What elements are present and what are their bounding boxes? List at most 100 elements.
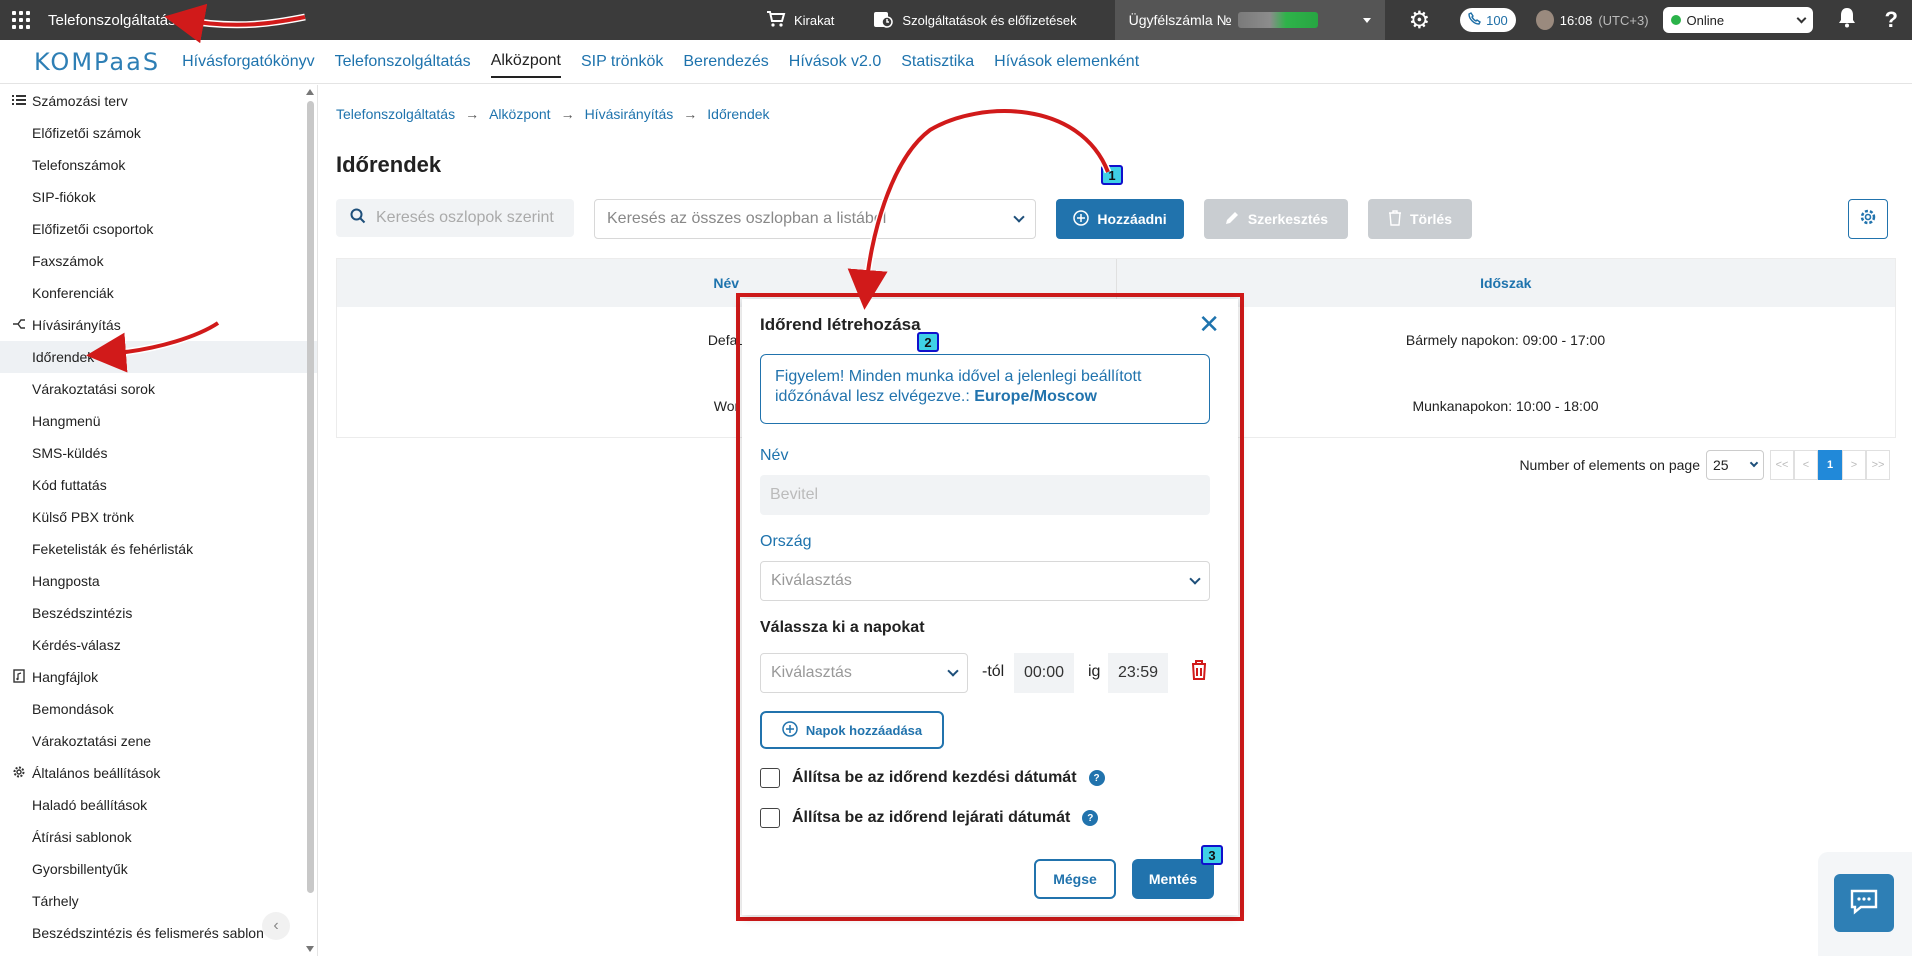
sidebar-item-subscriber-numbers[interactable]: Előfizetői számok bbox=[0, 117, 317, 149]
sidebar-item-voicemail[interactable]: Hangposta bbox=[0, 565, 317, 597]
sidebar-scrollbar[interactable] bbox=[305, 85, 315, 956]
clock: 16:08 (UTC+3) bbox=[1535, 10, 1649, 30]
breadcrumb-item[interactable]: Telefonszolgáltatás bbox=[336, 106, 455, 122]
help-icon[interactable]: ? bbox=[1088, 770, 1105, 786]
sidebar-item-sip-accounts[interactable]: SIP-fiókok bbox=[0, 181, 317, 213]
sidebar-item-sms[interactable]: SMS-küldés bbox=[0, 437, 317, 469]
services-link[interactable]: Szolgáltatások és előfizetések bbox=[872, 9, 1077, 32]
first-page-button[interactable]: << bbox=[1770, 450, 1794, 480]
step-badge: 3 bbox=[1201, 845, 1223, 865]
sidebar-item-queues[interactable]: Várakoztatási sorok bbox=[0, 373, 317, 405]
nav-item-telephony[interactable]: Telefonszolgáltatás bbox=[335, 47, 471, 77]
sidebar-item-transcription-templates[interactable]: Átírási sablonok bbox=[0, 821, 317, 853]
gear-icon[interactable]: ⚙ bbox=[1409, 6, 1431, 35]
add-days-button[interactable]: Napok hozzáadása bbox=[760, 711, 944, 749]
trash-icon[interactable] bbox=[1190, 659, 1210, 685]
name-field[interactable]: Bevitel bbox=[760, 475, 1210, 515]
status-select[interactable]: Online bbox=[1662, 7, 1813, 33]
scroll-thumb[interactable] bbox=[307, 101, 314, 893]
from-time-input[interactable]: 00:00 bbox=[1014, 653, 1074, 693]
days-heading: Válassza ki a napokat bbox=[760, 619, 925, 636]
sidebar-group-routing[interactable]: Hívásirányítás bbox=[0, 309, 317, 341]
sidebar-item-hotkeys[interactable]: Gyorsbillentyűk bbox=[0, 853, 317, 885]
edit-label: Szerkesztés bbox=[1247, 211, 1329, 227]
phone-balance-badge[interactable]: 100 bbox=[1460, 8, 1516, 32]
logo[interactable]: KOMPaaS bbox=[34, 48, 160, 76]
help-icon[interactable]: ? bbox=[1885, 7, 1898, 33]
routing-icon bbox=[12, 317, 26, 334]
nav-item-calls-by-element[interactable]: Hívások elemenként bbox=[994, 47, 1139, 77]
page-button-current[interactable]: 1 bbox=[1818, 450, 1842, 480]
bell-icon[interactable] bbox=[1837, 6, 1857, 34]
arrow-right-icon: → bbox=[560, 106, 575, 122]
sidebar-item-fax-numbers[interactable]: Faxszámok bbox=[0, 245, 317, 277]
sidebar-group-numbering[interactable]: Számozási terv bbox=[0, 85, 317, 117]
avatar[interactable] bbox=[1535, 10, 1554, 30]
sidebar-group-audio[interactable]: Hangfájlok bbox=[0, 661, 317, 693]
top-bar: Telefonszolgáltatás Kirakat Szolgáltatás… bbox=[0, 0, 1912, 40]
delete-button[interactable]: Törlés bbox=[1368, 199, 1472, 239]
sidebar-item-subscriber-groups[interactable]: Előfizetői csoportok bbox=[0, 213, 317, 245]
search-input[interactable]: Keresés oszlopok szerint bbox=[336, 199, 574, 237]
close-icon[interactable]: ✕ bbox=[1198, 311, 1220, 337]
account-selector[interactable]: Ügyfélszámla № bbox=[1114, 0, 1385, 40]
phone-count: 100 bbox=[1486, 12, 1508, 28]
sidebar-item-advanced[interactable]: Haladó beállítások bbox=[0, 789, 317, 821]
save-button[interactable]: Mentés bbox=[1132, 859, 1214, 899]
nav-item-pbx[interactable]: Alközpont bbox=[490, 46, 561, 78]
search-all-columns-select[interactable]: Keresés az összes oszlopban a listából bbox=[594, 199, 1036, 239]
services-label: Szolgáltatások és előfizetések bbox=[902, 12, 1077, 28]
step-badge: 1 bbox=[1101, 165, 1123, 185]
account-label: Ügyfélszámla № bbox=[1128, 12, 1232, 28]
sidebar-group-label: Hangfájlok bbox=[32, 669, 99, 685]
sidebar-item-qa[interactable]: Kérdés-válasz bbox=[0, 629, 317, 661]
sidebar-item-external-pbx[interactable]: Külső PBX trönk bbox=[0, 501, 317, 533]
plus-circle-icon bbox=[782, 720, 798, 740]
sidebar-group-general[interactable]: Általános beállítások bbox=[0, 757, 317, 789]
sidebar-item-ivr[interactable]: Hangmenü bbox=[0, 405, 317, 437]
sidebar-item-blacklists[interactable]: Feketelisták és fehérlisták bbox=[0, 533, 317, 565]
edit-button[interactable]: Szerkesztés bbox=[1204, 199, 1348, 239]
help-icon[interactable]: ? bbox=[1082, 810, 1099, 826]
nav-item-sip-trunks[interactable]: SIP trönkök bbox=[581, 47, 663, 77]
to-time-input[interactable]: 23:59 bbox=[1108, 653, 1168, 693]
breadcrumb-item[interactable]: Hívásirányítás bbox=[585, 106, 674, 122]
per-page-value: 25 bbox=[1713, 457, 1729, 473]
shop-link[interactable]: Kirakat bbox=[766, 10, 834, 31]
start-date-option: Állítsa be az időrend kezdési dátumát ? bbox=[760, 768, 1105, 788]
prev-page-button[interactable]: < bbox=[1794, 450, 1818, 480]
start-date-checkbox[interactable] bbox=[760, 768, 780, 788]
last-page-button[interactable]: >> bbox=[1866, 450, 1890, 480]
sidebar-item-conferences[interactable]: Konferenciák bbox=[0, 277, 317, 309]
table-settings-button[interactable] bbox=[1848, 199, 1888, 239]
per-page-select[interactable]: 25 bbox=[1706, 450, 1764, 480]
nav-item-calls-v2[interactable]: Hívások v2.0 bbox=[789, 47, 881, 77]
nav-item-equipment[interactable]: Berendezés bbox=[683, 47, 768, 77]
sidebar-item-code-exec[interactable]: Kód futtatás bbox=[0, 469, 317, 501]
sidebar-item-tts[interactable]: Beszédszintézis bbox=[0, 597, 317, 629]
sidebar-item-phone-numbers[interactable]: Telefonszámok bbox=[0, 149, 317, 181]
breadcrumb-item[interactable]: Időrendek bbox=[707, 106, 769, 122]
nav-item-statistics[interactable]: Statisztika bbox=[901, 47, 974, 77]
breadcrumb-item[interactable]: Alközpont bbox=[489, 106, 550, 122]
step-badge: 2 bbox=[917, 332, 939, 352]
chat-button[interactable] bbox=[1834, 874, 1894, 932]
next-page-button[interactable]: > bbox=[1842, 450, 1866, 480]
collapse-sidebar-button[interactable]: ‹ bbox=[262, 912, 290, 940]
apps-menu-button[interactable] bbox=[0, 0, 38, 40]
cancel-button[interactable]: Mégse bbox=[1034, 859, 1116, 899]
scroll-up-icon[interactable] bbox=[306, 89, 314, 95]
country-select[interactable]: Kiválasztás bbox=[760, 561, 1210, 601]
sidebar-item-hold-music[interactable]: Várakoztatási zene bbox=[0, 725, 317, 757]
to-word: ig bbox=[1088, 663, 1101, 680]
scroll-down-icon[interactable] bbox=[306, 946, 314, 952]
sidebar-item-schedules[interactable]: Időrendek bbox=[0, 341, 317, 373]
sidebar-item-announcements[interactable]: Bemondások bbox=[0, 693, 317, 725]
nav-item-call-scenario[interactable]: Hívásforgatókönyv bbox=[182, 47, 315, 77]
end-date-checkbox[interactable] bbox=[760, 808, 780, 828]
add-button[interactable]: Hozzáadni bbox=[1056, 199, 1184, 239]
app-title[interactable]: Telefonszolgáltatás bbox=[48, 12, 176, 29]
day-select[interactable]: Kiválasztás bbox=[760, 653, 968, 693]
gear-icon bbox=[1858, 207, 1878, 232]
search-icon bbox=[350, 208, 366, 229]
